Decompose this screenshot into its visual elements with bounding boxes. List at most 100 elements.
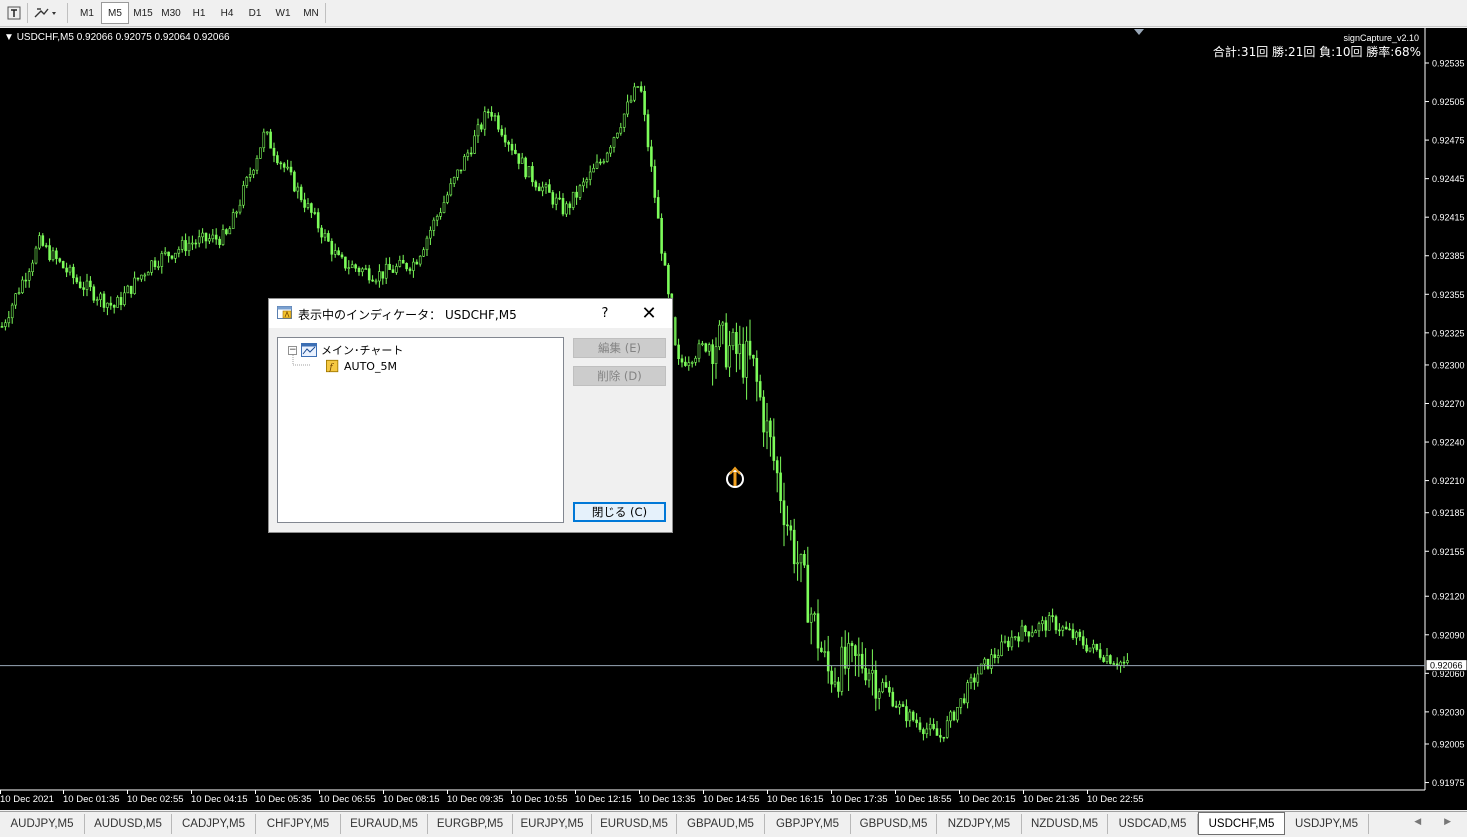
tab-chfjpy-m5[interactable]: CHFJPY,M5 xyxy=(256,814,341,834)
candle-body xyxy=(724,322,728,368)
timeframe-mn-button[interactable]: MN xyxy=(297,2,325,24)
candle-body xyxy=(486,111,490,114)
delete-button[interactable]: 削除 (D) xyxy=(573,366,666,386)
candle-body xyxy=(374,280,378,283)
candle-body xyxy=(701,343,704,345)
tab-eurgbp-m5[interactable]: EURGBP,M5 xyxy=(428,814,513,834)
candle-body xyxy=(1054,616,1058,631)
tab-nzdjpy-m5[interactable]: NZDJPY,M5 xyxy=(937,814,1022,834)
candle-body xyxy=(378,271,381,282)
candle-body xyxy=(653,166,657,198)
candle-body xyxy=(432,219,436,231)
tab-eurjpy-m5[interactable]: EURJPY,M5 xyxy=(513,814,592,834)
tab-audjpy-m5[interactable]: AUDJPY,M5 xyxy=(0,814,85,834)
candle-body xyxy=(106,302,109,308)
tab-usdchf-m5[interactable]: USDCHF,M5 xyxy=(1198,812,1285,835)
tab-euraud-m5[interactable]: EURAUD,M5 xyxy=(341,814,428,834)
candle-body xyxy=(945,720,949,738)
candle-body xyxy=(728,345,731,368)
candle-body xyxy=(507,141,510,145)
candle-body xyxy=(1037,623,1041,632)
tree-item-indicator[interactable]: f AUTO_5M xyxy=(326,359,397,373)
timeframe-d1-button[interactable]: D1 xyxy=(241,2,269,24)
candle-body xyxy=(401,260,405,264)
collapse-icon[interactable]: − xyxy=(288,345,297,355)
candle-body xyxy=(238,204,242,213)
tab-gbpaud-m5[interactable]: GBPAUD,M5 xyxy=(677,814,765,834)
dialog-close-button[interactable]: ✕ xyxy=(637,302,661,324)
tab-usdcad-m5[interactable]: USDCAD,M5 xyxy=(1108,814,1198,834)
symbol-ohlc: USDCHF,M5 0.92066 0.92075 0.92064 0.9206… xyxy=(16,32,230,43)
candle-body xyxy=(813,613,816,615)
candle-body xyxy=(92,286,96,301)
time-tick-label: 10 Dec 12:15 xyxy=(575,794,632,805)
candle-body xyxy=(214,234,218,240)
indicator-tree[interactable]: − メイン･チャート f AUTO_5M xyxy=(277,337,564,523)
close-button[interactable]: 閉じる (C) xyxy=(573,502,666,522)
timeframe-m30-button[interactable]: M30 xyxy=(157,2,185,24)
tab-nzdusd-m5[interactable]: NZDUSD,M5 xyxy=(1022,814,1108,834)
candle-body xyxy=(731,331,735,347)
chart-shift-marker-icon[interactable] xyxy=(1134,29,1144,35)
candle-body xyxy=(500,128,504,136)
candle-body xyxy=(1075,631,1078,639)
tab-gbpjpy-m5[interactable]: GBPJPY,M5 xyxy=(765,814,851,834)
candle-body xyxy=(361,268,364,273)
candle-body xyxy=(235,211,238,214)
candle-body xyxy=(605,152,609,162)
candle-body xyxy=(316,212,320,229)
candle-body xyxy=(565,203,568,215)
timeframe-h1-button[interactable]: H1 xyxy=(185,2,213,24)
timeframe-m5-button[interactable]: M5 xyxy=(101,2,129,24)
candle-body xyxy=(395,266,398,273)
candle-body xyxy=(694,357,697,363)
candle-body xyxy=(1041,620,1044,625)
timeframe-m1-button[interactable]: M1 xyxy=(73,2,101,24)
candle-body xyxy=(337,250,340,256)
tab-audusd-m5[interactable]: AUDUSD,M5 xyxy=(85,814,172,834)
candle-body xyxy=(1122,661,1126,664)
help-button[interactable]: ? xyxy=(595,303,615,323)
candle-body xyxy=(381,271,385,279)
candle-body xyxy=(809,613,813,623)
candle-body xyxy=(497,115,500,130)
candle-body xyxy=(656,197,660,219)
tab-cadjpy-m5[interactable]: CADJPY,M5 xyxy=(172,814,256,834)
chart-canvas[interactable]: 0.92535 0.92505 0.92475 0.92445 0.92415 0.923… xyxy=(0,28,1467,810)
candle-body xyxy=(1078,631,1082,637)
candle-body xyxy=(874,669,878,699)
candle-body xyxy=(1007,640,1010,648)
price-chart[interactable]: 0.92535 0.92505 0.92475 0.92445 0.92415 0.923… xyxy=(0,28,1467,810)
timeframe-w1-button[interactable]: W1 xyxy=(269,2,297,24)
candle-body xyxy=(1109,655,1112,664)
candle-body xyxy=(918,722,922,730)
text-tool-icon[interactable] xyxy=(4,3,24,23)
candle-body xyxy=(163,251,167,254)
tab-usdjpy-m5[interactable]: USDJPY,M5 xyxy=(1285,814,1369,834)
dialog-titlebar[interactable]: 表示中のインディケータ： USDCHF,M5 ? ✕ xyxy=(269,299,672,328)
candle-body xyxy=(197,236,201,244)
candle-body xyxy=(901,704,905,707)
tab-scroll-arrows-icon[interactable]: ◀ ▶ xyxy=(1414,817,1461,827)
tab-eurusd-m5[interactable]: EURUSD,M5 xyxy=(592,814,677,834)
shapes-tool-icon[interactable] xyxy=(32,3,60,23)
candle-body xyxy=(248,174,252,178)
candle-body xyxy=(799,553,803,564)
candle-body xyxy=(116,297,119,308)
time-tick-label: 10 Dec 09:35 xyxy=(447,794,504,805)
candle-body xyxy=(31,262,34,272)
timeframe-m15-button[interactable]: M15 xyxy=(129,2,157,24)
candle-body xyxy=(575,191,578,198)
timeframe-h4-button[interactable]: H4 xyxy=(213,2,241,24)
candle-body xyxy=(629,99,633,103)
candle-body xyxy=(371,279,374,282)
candle-body xyxy=(330,240,334,255)
indicator-list-icon xyxy=(277,306,292,319)
tab-gbpusd-m5[interactable]: GBPUSD,M5 xyxy=(851,814,937,834)
candle-body xyxy=(1098,649,1102,658)
candle-body xyxy=(384,263,388,279)
candle-body xyxy=(61,261,65,269)
candle-body xyxy=(684,361,687,366)
chart-menu-arrow-icon[interactable]: ▼ xyxy=(4,32,14,43)
edit-button[interactable]: 編集 (E) xyxy=(573,338,666,358)
